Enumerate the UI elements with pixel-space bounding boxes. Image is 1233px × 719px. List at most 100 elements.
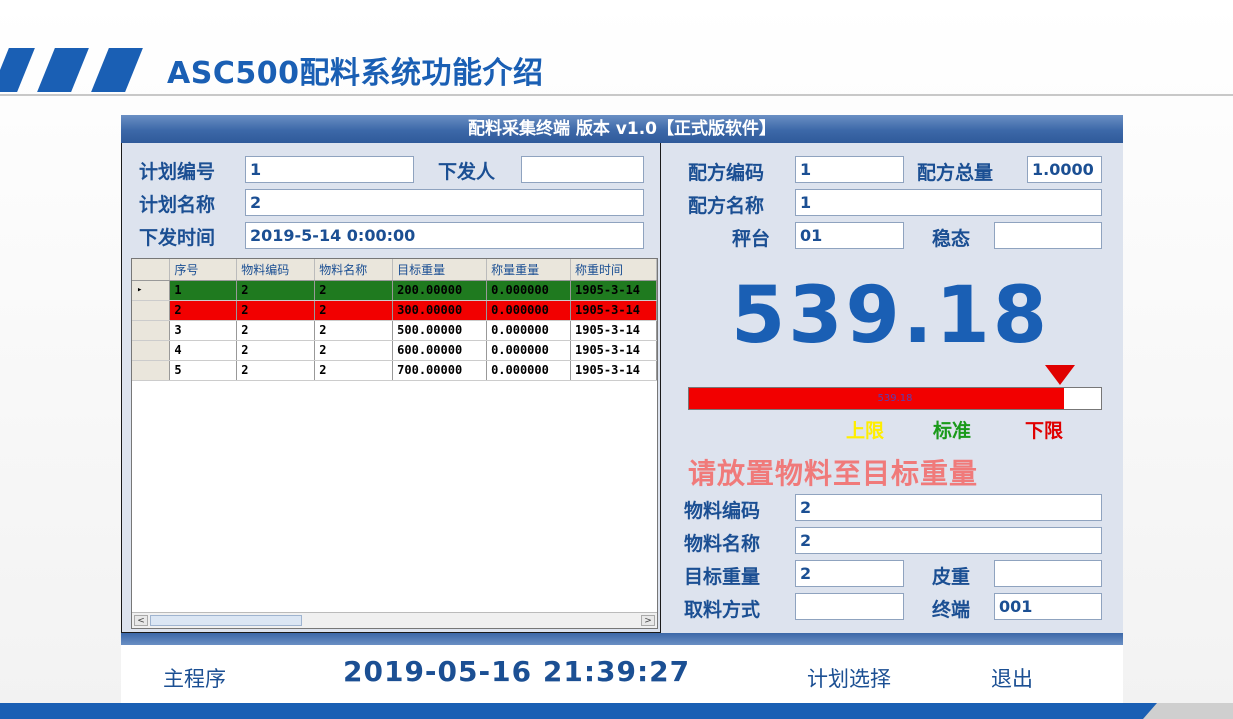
weight-progress-bar: 539.18 [688, 387, 1102, 410]
terminal-label: 终端 [932, 599, 971, 621]
cell[interactable]: 2 [236, 360, 316, 381]
cell[interactable]: 0.000000 [486, 360, 571, 381]
plan-no-field[interactable]: 1 [245, 156, 414, 183]
cell[interactable]: 1905-3-14 [570, 340, 657, 361]
main-program-button[interactable]: 主程序 [163, 663, 226, 693]
recipe-total-field[interactable]: 1.0000 [1027, 156, 1102, 183]
cell[interactable]: 2 [314, 340, 394, 361]
cell[interactable]: 2 [314, 320, 394, 341]
row-selector[interactable] [132, 300, 171, 321]
cell[interactable]: 2 [236, 300, 316, 321]
column-header[interactable]: 目标重量 [392, 259, 488, 281]
slide-footer-accent [1143, 703, 1233, 719]
slide-title: ASC500配料系统功能介绍 [167, 56, 544, 91]
scale-field[interactable]: 01 [795, 222, 904, 249]
recipe-name-label: 配方名称 [688, 195, 765, 217]
pick-method-label: 取料方式 [684, 599, 761, 621]
column-header[interactable]: 称重时间 [570, 259, 657, 281]
grid-corner [132, 259, 171, 281]
row-selector[interactable] [132, 340, 171, 361]
row-selector[interactable] [132, 320, 171, 341]
cell[interactable]: 0.000000 [486, 300, 571, 321]
title-divider [0, 94, 1233, 96]
weight-progress-text: 539.18 [877, 393, 913, 404]
plan-no-label: 计划编号 [139, 161, 216, 183]
table-row[interactable]: 3 2 2 500.00000 0.000000 1905-3-14 [132, 320, 657, 341]
window-titlebar: 配料采集终端 版本 v1.0【正式版软件】 [121, 115, 1123, 143]
pick-method-field[interactable] [795, 593, 904, 620]
stable-field[interactable] [994, 222, 1102, 249]
tare-field[interactable] [994, 560, 1102, 587]
cell[interactable]: 2 [314, 360, 394, 381]
table-row[interactable]: 2 2 2 300.00000 0.000000 1905-3-14 [132, 300, 657, 321]
table-row[interactable]: ▸ 1 2 2 200.00000 0.000000 1905-3-14 [132, 280, 657, 301]
column-header[interactable]: 物料编码 [236, 259, 316, 281]
cell[interactable]: 1905-3-14 [570, 300, 657, 321]
upper-limit-label: 上限 [846, 420, 885, 442]
row-selector[interactable] [132, 360, 171, 381]
cell[interactable]: 200.00000 [392, 280, 488, 301]
horizontal-scrollbar[interactable]: < > [132, 612, 657, 628]
column-header[interactable]: 物料名称 [314, 259, 394, 281]
plan-name-label: 计划名称 [139, 194, 216, 216]
issue-time-field[interactable]: 2019-5-14 0:00:00 [245, 222, 644, 249]
cell[interactable]: 300.00000 [392, 300, 488, 321]
cell[interactable]: 1 [169, 280, 238, 301]
cell[interactable]: 1905-3-14 [570, 280, 657, 301]
issue-time-label: 下发时间 [139, 227, 216, 249]
target-marker-icon [1045, 365, 1075, 385]
status-bar-border [121, 633, 1123, 645]
material-name-field[interactable]: 2 [795, 527, 1102, 554]
cell[interactable]: 0.000000 [486, 320, 571, 341]
issuer-label: 下发人 [438, 161, 496, 183]
column-header[interactable]: 序号 [169, 259, 238, 281]
tare-label: 皮重 [932, 566, 971, 588]
cell[interactable]: 3 [169, 320, 238, 341]
cell[interactable]: 2 [236, 340, 316, 361]
cell[interactable]: 2 [314, 300, 394, 321]
issuer-field[interactable] [521, 156, 644, 183]
weight-readout: 539.18 [731, 271, 1050, 361]
material-grid[interactable]: 序号 物料编码 物料名称 目标重量 称量重量 称重时间 ▸ 1 2 2 200.… [131, 258, 658, 629]
plan-select-button[interactable]: 计划选择 [807, 663, 891, 693]
recipe-code-field[interactable]: 1 [795, 156, 904, 183]
cell[interactable]: 2 [314, 280, 394, 301]
cell[interactable]: 0.000000 [486, 280, 571, 301]
cell[interactable]: 5 [169, 360, 238, 381]
target-weight-field[interactable]: 2 [795, 560, 904, 587]
material-code-field[interactable]: 2 [795, 494, 1102, 521]
material-code-label: 物料编码 [684, 500, 761, 522]
cell[interactable]: 700.00000 [392, 360, 488, 381]
scrollbar-thumb[interactable] [150, 615, 302, 626]
exit-button[interactable]: 退出 [991, 663, 1033, 693]
cell[interactable]: 2 [236, 320, 316, 341]
lower-limit-label: 下限 [1025, 420, 1064, 442]
cell[interactable]: 500.00000 [392, 320, 488, 341]
column-header[interactable]: 称量重量 [486, 259, 571, 281]
cell[interactable]: 2 [169, 300, 238, 321]
stable-label: 稳态 [932, 228, 971, 250]
row-selector[interactable]: ▸ [132, 280, 171, 301]
app-window: 配料采集终端 版本 v1.0【正式版软件】 计划编号 1 下发人 计划名称 2 … [121, 115, 1123, 703]
instruction-prompt: 请放置物料至目标重量 [688, 457, 979, 490]
status-bar: 主程序 2019-05-16 21:39:27 计划选择 退出 [121, 633, 1123, 703]
recipe-name-field[interactable]: 1 [795, 189, 1102, 216]
terminal-field[interactable]: 001 [994, 593, 1102, 620]
cell[interactable]: 0.000000 [486, 340, 571, 361]
cell[interactable]: 600.00000 [392, 340, 488, 361]
slide-footer-bar [0, 703, 1233, 719]
cell[interactable]: 4 [169, 340, 238, 361]
recipe-code-label: 配方编码 [688, 162, 765, 184]
table-row[interactable]: 4 2 2 600.00000 0.000000 1905-3-14 [132, 340, 657, 361]
plan-name-field[interactable]: 2 [245, 189, 644, 216]
scale-label: 秤台 [732, 228, 771, 250]
standard-label: 标准 [933, 420, 972, 442]
scroll-right-arrow-icon[interactable]: > [641, 615, 655, 626]
target-weight-label: 目标重量 [684, 566, 761, 588]
cell[interactable]: 1905-3-14 [570, 360, 657, 381]
scroll-left-arrow-icon[interactable]: < [134, 615, 148, 626]
material-name-label: 物料名称 [684, 533, 761, 555]
cell[interactable]: 1905-3-14 [570, 320, 657, 341]
cell[interactable]: 2 [236, 280, 316, 301]
table-row[interactable]: 5 2 2 700.00000 0.000000 1905-3-14 [132, 360, 657, 381]
